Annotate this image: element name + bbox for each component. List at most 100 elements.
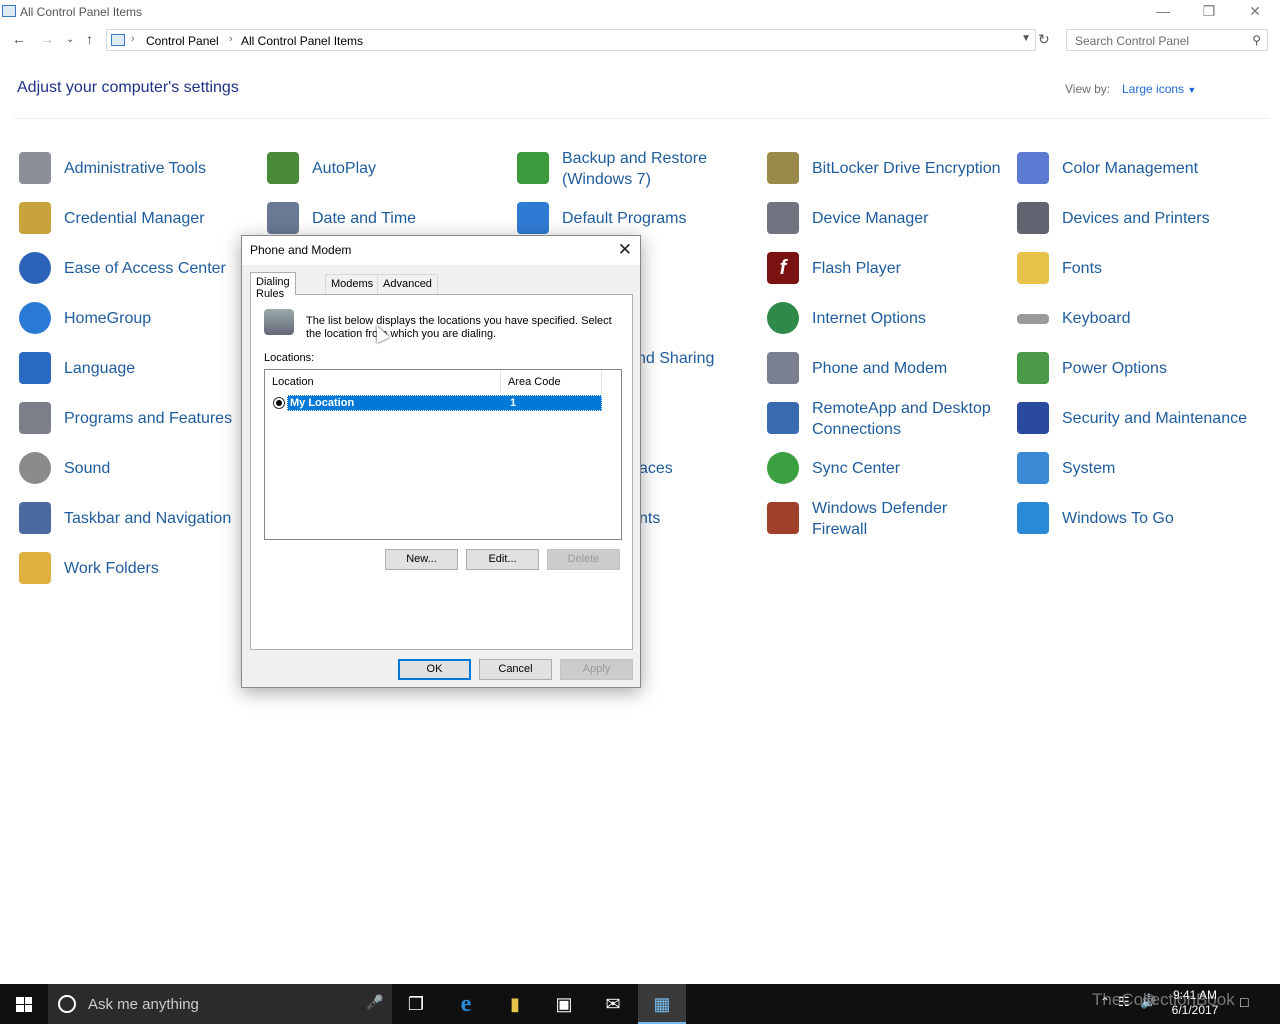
file-explorer-icon[interactable]: ▮ xyxy=(491,984,539,1024)
search-input[interactable]: Search Control Panel ⚲ xyxy=(1066,29,1268,51)
tab-dialing-rules[interactable]: Dialing Rules xyxy=(250,272,296,300)
keyboard-icon xyxy=(1017,314,1049,324)
minimize-button[interactable]: — xyxy=(1140,0,1186,24)
area-code: 1 xyxy=(510,397,517,409)
item-color-management[interactable]: Color Management xyxy=(1017,146,1257,190)
device-manager-icon xyxy=(767,202,799,234)
caret-down-icon: ▼ xyxy=(1187,85,1197,95)
apply-button[interactable]: Apply xyxy=(560,659,633,680)
item-taskbar-and-navigation[interactable]: Taskbar and Navigation xyxy=(19,496,259,540)
column-header-location[interactable]: Location xyxy=(265,370,501,393)
edge-browser-icon[interactable]: e xyxy=(442,984,490,1024)
locations-label: Locations: xyxy=(264,352,315,364)
table-row[interactable]: My Location 1 xyxy=(287,395,602,411)
breadcrumb-control-panel[interactable]: Control Panel xyxy=(146,34,219,48)
credential-manager-icon xyxy=(19,202,51,234)
window-titlebar: All Control Panel Items — ❐ ✕ xyxy=(0,0,1280,24)
control-panel-icon xyxy=(111,34,125,46)
new-button[interactable]: New... xyxy=(385,549,458,570)
item-work-folders[interactable]: Work Folders xyxy=(19,546,259,590)
phone-icon xyxy=(767,352,799,384)
close-icon[interactable]: ✕ xyxy=(618,240,632,260)
item-system[interactable]: System xyxy=(1017,446,1257,490)
dialing-description: The list below displays the locations yo… xyxy=(306,315,612,340)
work-folders-icon xyxy=(19,552,51,584)
chevron-right-icon[interactable]: › xyxy=(229,33,233,45)
item-windows-to-go[interactable]: Windows To Go xyxy=(1017,496,1257,540)
delete-button[interactable]: Delete xyxy=(547,549,620,570)
item-device-manager[interactable]: Device Manager xyxy=(767,196,1007,240)
item-autoplay[interactable]: AutoPlay xyxy=(267,146,507,190)
close-button[interactable]: ✕ xyxy=(1232,0,1278,24)
store-icon[interactable]: ▣ xyxy=(540,984,588,1024)
power-icon xyxy=(1017,352,1049,384)
microphone-icon[interactable]: 🎤 xyxy=(366,994,383,1011)
mail-icon[interactable]: ✉ xyxy=(589,984,637,1024)
phone-and-modem-dialog: Phone and Modem ✕ Dialing Rules Modems A… xyxy=(241,235,641,688)
control-panel-taskbar-icon[interactable]: ▦ xyxy=(638,984,686,1024)
restore-button[interactable]: ❐ xyxy=(1186,0,1232,24)
item-default-programs[interactable]: Default Programs xyxy=(517,196,757,240)
color-management-icon xyxy=(1017,152,1049,184)
item-backup-and-restore[interactable]: Backup and Restore (Windows 7) xyxy=(517,146,757,190)
location-name: My Location xyxy=(290,397,355,409)
item-sound[interactable]: Sound xyxy=(19,446,259,490)
locations-list[interactable]: Location Area Code My Location 1 xyxy=(264,369,622,540)
chevron-right-icon[interactable]: › xyxy=(131,33,135,45)
windows-to-go-icon xyxy=(1017,502,1049,534)
item-fonts[interactable]: Fonts xyxy=(1017,246,1257,290)
forward-arrow-icon[interactable]: → xyxy=(40,31,54,47)
item-firewall[interactable]: Windows Defender Firewall xyxy=(767,496,1007,540)
action-center-icon[interactable]: □ xyxy=(1240,994,1248,1034)
window-title: All Control Panel Items xyxy=(20,5,143,19)
item-language[interactable]: Language xyxy=(19,346,259,390)
item-flash-player[interactable]: f Flash Player xyxy=(767,246,1007,290)
item-keyboard[interactable]: Keyboard xyxy=(1017,296,1257,340)
dialog-titlebar: Phone and Modem ✕ xyxy=(242,236,640,265)
item-phone-and-modem[interactable]: Phone and Modem xyxy=(767,346,1007,390)
edit-button[interactable]: Edit... xyxy=(466,549,539,570)
watermark: TheCollectionBook xyxy=(1092,990,1235,1009)
administrative-tools-icon xyxy=(19,152,51,184)
back-arrow-icon[interactable]: ← xyxy=(12,31,26,47)
item-internet-options[interactable]: Internet Options xyxy=(767,296,1007,340)
view-by-dropdown[interactable]: Large icons ▼ xyxy=(1122,82,1196,96)
remoteapp-icon xyxy=(767,402,799,434)
calendar-clock-icon xyxy=(267,202,299,234)
cortana-icon xyxy=(58,995,76,1013)
phone-icon xyxy=(264,309,294,335)
cancel-button[interactable]: Cancel xyxy=(479,659,552,680)
start-button[interactable] xyxy=(0,984,48,1024)
location-radio[interactable] xyxy=(273,397,285,409)
item-remoteapp[interactable]: RemoteApp and Desktop Connections xyxy=(767,396,1007,440)
dialing-rules-panel: The list below displays the locations yo… xyxy=(250,294,633,650)
tab-modems[interactable]: Modems xyxy=(325,274,380,294)
item-homegroup[interactable]: HomeGroup xyxy=(19,296,259,340)
ok-button[interactable]: OK xyxy=(398,659,471,680)
programs-and-features-icon xyxy=(19,402,51,434)
item-ease-of-access[interactable]: Ease of Access Center xyxy=(19,246,259,290)
column-header-area-code[interactable]: Area Code xyxy=(501,370,602,393)
task-view-icon[interactable]: ❐ xyxy=(392,984,440,1024)
address-bar[interactable]: › Control Panel › All Control Panel Item… xyxy=(106,29,1036,51)
item-administrative-tools[interactable]: Administrative Tools xyxy=(19,146,259,190)
recent-locations-icon[interactable]: ⌄ xyxy=(66,34,74,45)
default-programs-icon xyxy=(517,202,549,234)
item-date-and-time[interactable]: Date and Time xyxy=(267,196,507,240)
breadcrumb-all-items[interactable]: All Control Panel Items xyxy=(241,34,363,48)
item-programs-and-features[interactable]: Programs and Features xyxy=(19,396,259,440)
tab-advanced[interactable]: Advanced xyxy=(377,274,438,294)
item-bitlocker[interactable]: BitLocker Drive Encryption xyxy=(767,146,1007,190)
chevron-down-icon[interactable]: ▼ xyxy=(1021,33,1031,44)
divider xyxy=(14,118,1270,119)
up-arrow-icon[interactable]: ↑ xyxy=(86,31,93,47)
item-devices-and-printers[interactable]: Devices and Printers xyxy=(1017,196,1257,240)
taskbar-search-box[interactable]: Ask me anything 🎤 xyxy=(48,984,392,1024)
item-sync-center[interactable]: Sync Center xyxy=(767,446,1007,490)
item-power-options[interactable]: Power Options xyxy=(1017,346,1257,390)
refresh-icon[interactable]: ↻ xyxy=(1038,31,1050,48)
taskbar-icon xyxy=(19,502,51,534)
item-security-and-maintenance[interactable]: Security and Maintenance xyxy=(1017,396,1267,440)
sync-icon xyxy=(767,452,799,484)
item-credential-manager[interactable]: Credential Manager xyxy=(19,196,259,240)
